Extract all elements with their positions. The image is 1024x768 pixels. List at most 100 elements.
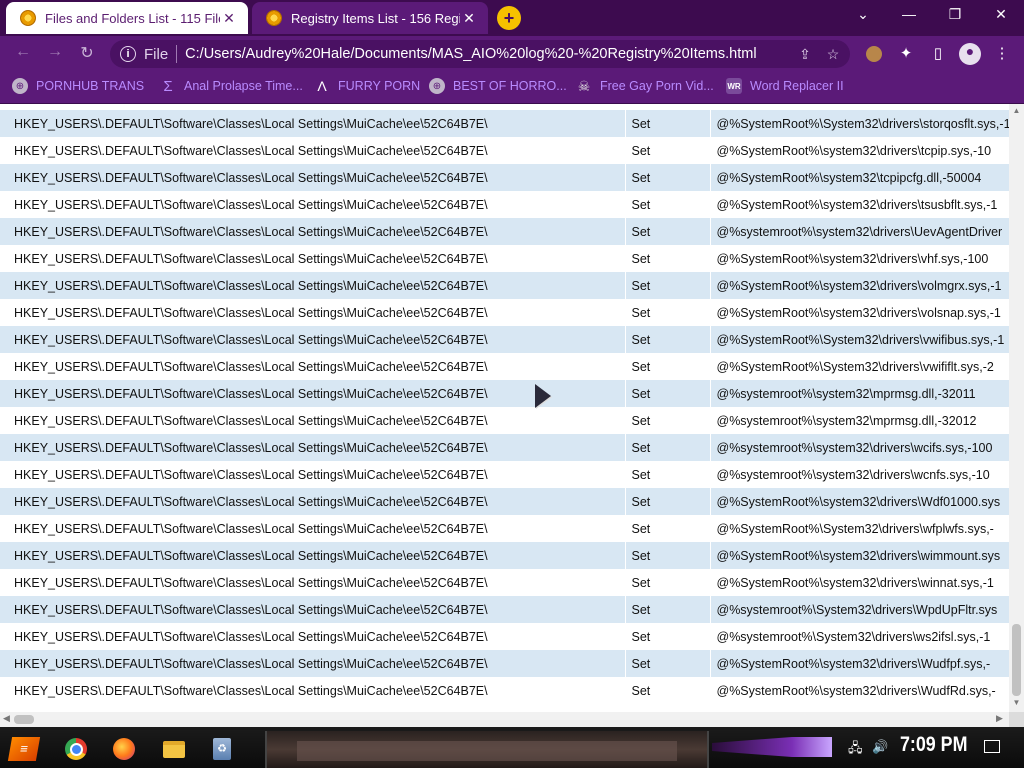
recycle-bin-icon[interactable]: ♻ [208,735,236,763]
bookmarks-bar: ⊕ PORNHUB TRANS Σ Anal Prolapse Time... … [0,72,1024,104]
bookmark-item[interactable]: WR Word Replacer II [726,78,844,94]
table-row[interactable]: HKEY_USERS\.DEFAULT\Software\Classes\Loc… [0,137,1009,164]
mas-favicon-icon [20,10,36,26]
horizontal-scrollbar[interactable]: ◀ ▶ [0,712,1009,727]
value-cell: @%systemroot%\system32\drivers\wcnfs.sys… [710,461,1009,488]
table-row[interactable]: HKEY_USERS\.DEFAULT\Software\Classes\Loc… [0,569,1009,596]
extension-avatar-icon[interactable] [866,46,882,62]
table-row[interactable]: HKEY_USERS\.DEFAULT\Software\Classes\Loc… [0,326,1009,353]
table-row[interactable]: HKEY_USERS\.DEFAULT\Software\Classes\Loc… [0,542,1009,569]
chrome-icon[interactable] [62,735,90,763]
action-cell: Set [625,110,711,137]
tab-files-and-folders[interactable]: Files and Folders List - 115 Files ✕ [6,2,248,34]
back-button[interactable]: ← [12,43,34,61]
address-bar[interactable]: i File C:/Users/Audrey%20Hale/Documents/… [110,40,850,68]
value-cell: @%SystemRoot%\system32\drivers\volsnap.s… [710,299,1009,326]
registry-key-cell: HKEY_USERS\.DEFAULT\Software\Classes\Loc… [0,218,626,245]
forward-button[interactable]: → [44,43,66,61]
action-cell: Set [625,272,711,299]
mas-favicon-icon [266,10,282,26]
table-row[interactable]: HKEY_USERS\.DEFAULT\Software\Classes\Loc… [0,299,1009,326]
site-info-icon[interactable]: i [120,46,136,62]
value-cell: @%SystemRoot%\system32\tcpipcfg.dll,-500… [710,164,1009,191]
notification-center-icon[interactable] [984,740,1000,753]
tab-close-icon[interactable]: ✕ [220,10,238,27]
tab-registry-items[interactable]: Registry Items List - 156 Registry Items… [252,2,488,34]
url-text[interactable]: C:/Users/Audrey%20Hale/Documents/MAS_AIO… [185,46,794,62]
vertical-scroll-thumb[interactable] [1012,624,1021,696]
start-icon[interactable]: ≡ [7,737,41,761]
registry-key-cell: HKEY_USERS\.DEFAULT\Software\Classes\Loc… [0,569,626,596]
bookmark-item[interactable]: Σ Anal Prolapse Time... [160,78,302,95]
bookmark-item[interactable]: Λ FURRY PORN [314,78,420,94]
table-row[interactable]: HKEY_USERS\.DEFAULT\Software\Classes\Loc… [0,677,1009,704]
table-row[interactable]: HKEY_USERS\.DEFAULT\Software\Classes\Loc… [0,515,1009,542]
table-row[interactable]: HKEY_USERS\.DEFAULT\Software\Classes\Loc… [0,623,1009,650]
tab-search-icon[interactable]: ⌄ [852,6,874,23]
table-row[interactable]: HKEY_USERS\.DEFAULT\Software\Classes\Loc… [0,596,1009,623]
bookmark-item[interactable]: ⊕ BEST OF HORRO... [429,78,567,94]
action-cell: Set [625,461,711,488]
action-cell: Set [625,542,711,569]
table-row[interactable]: HKEY_USERS\.DEFAULT\Software\Classes\Loc… [0,380,1009,407]
table-row[interactable]: HKEY_USERS\.DEFAULT\Software\Classes\Loc… [0,488,1009,515]
scrollbar-corner [1009,712,1024,727]
action-cell: Set [625,191,711,218]
table-row[interactable]: HKEY_USERS\.DEFAULT\Software\Classes\Loc… [0,434,1009,461]
table-row[interactable]: HKEY_USERS\.DEFAULT\Software\Classes\Loc… [0,407,1009,434]
browser-toolbar: ← → ↻ i File C:/Users/Audrey%20Hale/Docu… [0,36,1024,72]
close-window-button[interactable]: ✕ [990,6,1012,23]
taskbar-clock[interactable]: 7:09 PM [900,733,967,757]
wr-icon: WR [726,78,742,94]
reload-button[interactable]: ↻ [76,43,98,63]
registry-key-cell: HKEY_USERS\.DEFAULT\Software\Classes\Loc… [0,623,626,650]
table-row[interactable]: HKEY_USERS\.DEFAULT\Software\Classes\Loc… [0,461,1009,488]
network-icon[interactable]: 🖧 [848,739,863,761]
tab-title: Files and Folders List - 115 Files [45,10,220,26]
new-tab-button[interactable]: + [497,6,521,30]
taskbar-decoration [792,737,832,757]
minimize-button[interactable]: — [898,6,920,22]
restore-button[interactable]: ❐ [944,6,966,23]
profile-avatar-icon[interactable]: ● [959,43,981,65]
value-cell: @%systemroot%\System32\drivers\WpdUpFltr… [710,596,1009,623]
table-row[interactable]: HKEY_USERS\.DEFAULT\Software\Classes\Loc… [0,191,1009,218]
vertical-scrollbar[interactable]: ▲ ▼ [1009,104,1024,712]
side-panel-icon[interactable]: ▯ [928,44,948,64]
bookmark-label: FURRY PORN [338,79,421,93]
bookmark-item[interactable]: ☠ Free Gay Porn Vid... [576,78,714,94]
scroll-left-arrow-icon[interactable]: ◀ [3,713,10,724]
table-row[interactable]: HKEY_USERS\.DEFAULT\Software\Classes\Loc… [0,353,1009,380]
tab-close-icon[interactable]: ✕ [460,10,478,27]
registry-key-cell: HKEY_USERS\.DEFAULT\Software\Classes\Loc… [0,542,626,569]
browser-menu-icon[interactable]: ⋮ [992,44,1012,64]
volume-icon[interactable]: 🔊 [872,739,888,755]
table-row[interactable]: HKEY_USERS\.DEFAULT\Software\Classes\Loc… [0,272,1009,299]
bookmark-star-icon[interactable]: ☆ [822,46,844,63]
registry-key-cell: HKEY_USERS\.DEFAULT\Software\Classes\Loc… [0,299,626,326]
firefox-icon[interactable] [110,735,138,763]
skull-icon: ☠ [577,77,591,94]
share-icon[interactable]: ⇪ [794,46,816,63]
table-row[interactable]: HKEY_USERS\.DEFAULT\Software\Classes\Loc… [0,245,1009,272]
table-row[interactable]: HKEY_USERS\.DEFAULT\Software\Classes\Loc… [0,650,1009,677]
scroll-down-arrow-icon[interactable]: ▼ [1009,698,1024,707]
scroll-up-arrow-icon[interactable]: ▲ [1009,106,1024,115]
bookmark-label: Free Gay Porn Vid... [600,79,714,93]
registry-key-cell: HKEY_USERS\.DEFAULT\Software\Classes\Loc… [0,380,626,407]
horizontal-scroll-thumb[interactable] [14,715,34,724]
value-cell: @%SystemRoot%\System32\drivers\wfplwfs.s… [710,515,1009,542]
value-cell: @%SystemRoot%\system32\drivers\vhf.sys,-… [710,245,1009,272]
file-explorer-icon[interactable] [160,735,188,763]
bookmark-item[interactable]: ⊕ PORNHUB TRANS [12,78,144,94]
table-row[interactable]: HKEY_USERS\.DEFAULT\Software\Classes\Loc… [0,218,1009,245]
value-cell: @%SystemRoot%\system32\drivers\tsusbflt.… [710,191,1009,218]
table-row[interactable]: HKEY_USERS\.DEFAULT\Software\Classes\Loc… [0,110,1009,137]
registry-key-cell: HKEY_USERS\.DEFAULT\Software\Classes\Loc… [0,137,626,164]
registry-key-cell: HKEY_USERS\.DEFAULT\Software\Classes\Loc… [0,164,626,191]
table-row[interactable]: HKEY_USERS\.DEFAULT\Software\Classes\Loc… [0,164,1009,191]
tab-title: Registry Items List - 156 Registry Items [291,10,460,26]
action-cell: Set [625,299,711,326]
extensions-puzzle-icon[interactable]: ✦ [896,44,916,64]
scroll-right-arrow-icon[interactable]: ▶ [996,713,1003,724]
